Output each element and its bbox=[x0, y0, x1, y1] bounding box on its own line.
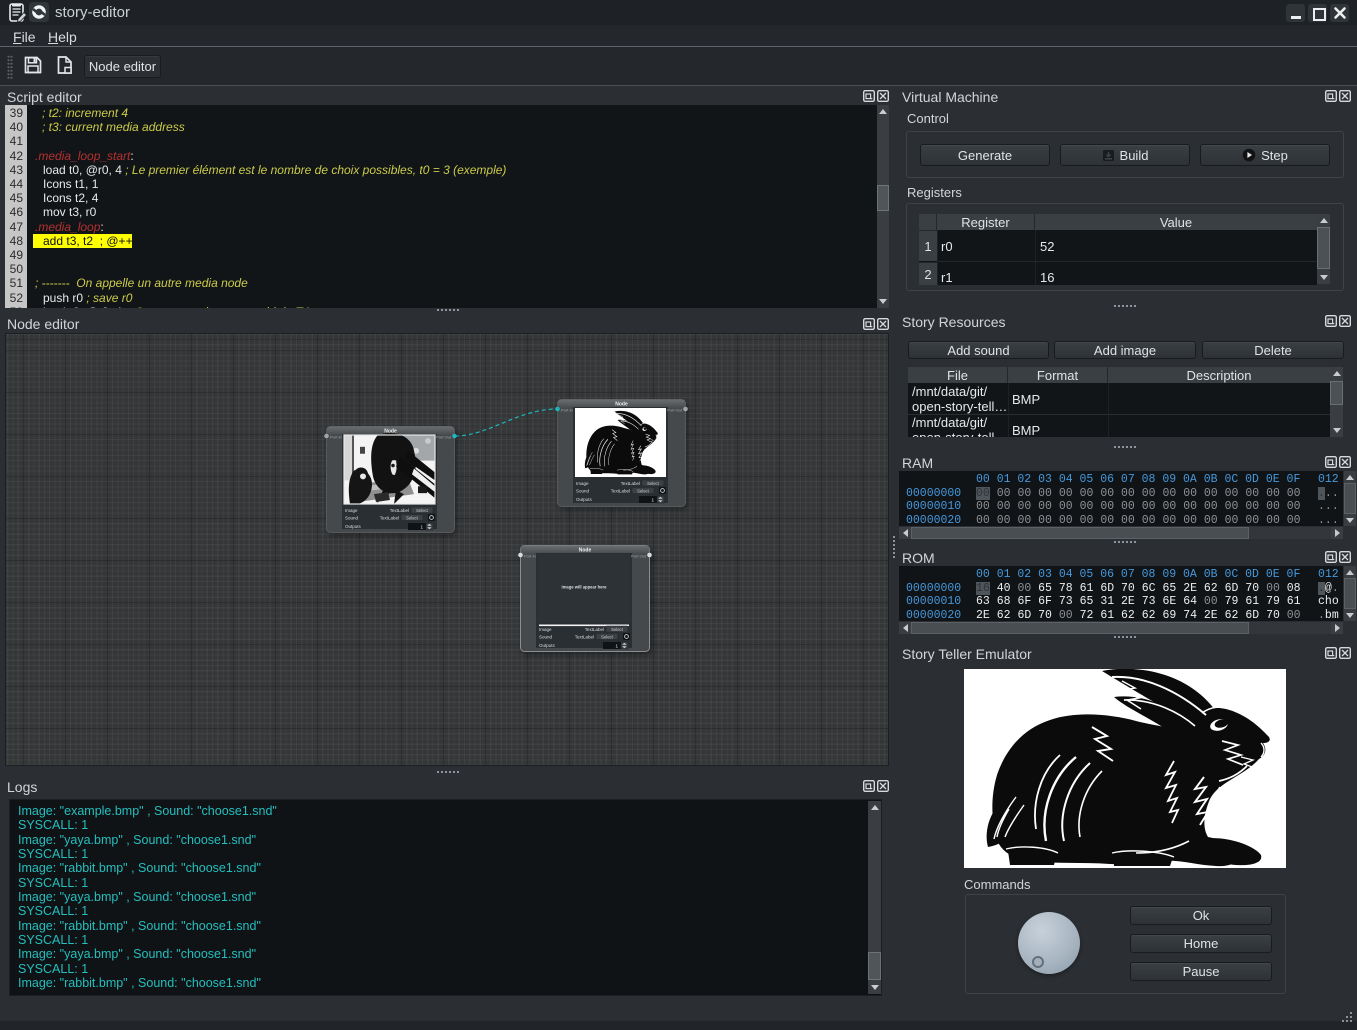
svg-text:Port Out: Port Out bbox=[667, 408, 683, 413]
svg-text:Node: Node bbox=[579, 547, 592, 553]
svg-text:Outputs: Outputs bbox=[345, 524, 362, 529]
svg-text:Image will appear here: Image will appear here bbox=[562, 585, 608, 590]
svg-text:Sound: Sound bbox=[539, 635, 553, 640]
svg-text:TextLabel: TextLabel bbox=[585, 627, 604, 632]
svg-text:Node: Node bbox=[615, 401, 628, 407]
svg-text:Select: Select bbox=[611, 627, 623, 632]
svg-text:Sound: Sound bbox=[576, 489, 590, 494]
svg-text:TextLabel: TextLabel bbox=[380, 516, 399, 521]
svg-text:Select: Select bbox=[416, 508, 428, 513]
svg-text:TextLabel: TextLabel bbox=[621, 481, 640, 486]
svg-text:Outputs: Outputs bbox=[576, 497, 593, 502]
svg-text:Image: Image bbox=[576, 481, 589, 486]
svg-text:1: 1 bbox=[420, 525, 423, 530]
svg-text:Port In: Port In bbox=[561, 408, 573, 413]
svg-text:1: 1 bbox=[651, 498, 654, 503]
svg-text:Select: Select bbox=[637, 488, 649, 493]
svg-text:Image: Image bbox=[539, 627, 552, 632]
svg-text:Select: Select bbox=[647, 481, 659, 486]
svg-text:TextLabel: TextLabel bbox=[575, 635, 594, 640]
svg-text:Select: Select bbox=[406, 515, 418, 520]
svg-text:Port Out: Port Out bbox=[436, 435, 452, 440]
svg-text:Image: Image bbox=[345, 508, 358, 513]
svg-text:TextLabel: TextLabel bbox=[390, 508, 409, 513]
svg-text:Port Out: Port Out bbox=[631, 554, 647, 559]
svg-text:TextLabel: TextLabel bbox=[611, 489, 630, 494]
svg-text:Outputs: Outputs bbox=[539, 643, 556, 648]
svg-text:Sound: Sound bbox=[345, 516, 359, 521]
svg-text:1: 1 bbox=[615, 644, 618, 649]
svg-text:Port In: Port In bbox=[330, 435, 342, 440]
svg-text:Select: Select bbox=[601, 634, 613, 639]
svg-text:Port In: Port In bbox=[524, 554, 536, 559]
